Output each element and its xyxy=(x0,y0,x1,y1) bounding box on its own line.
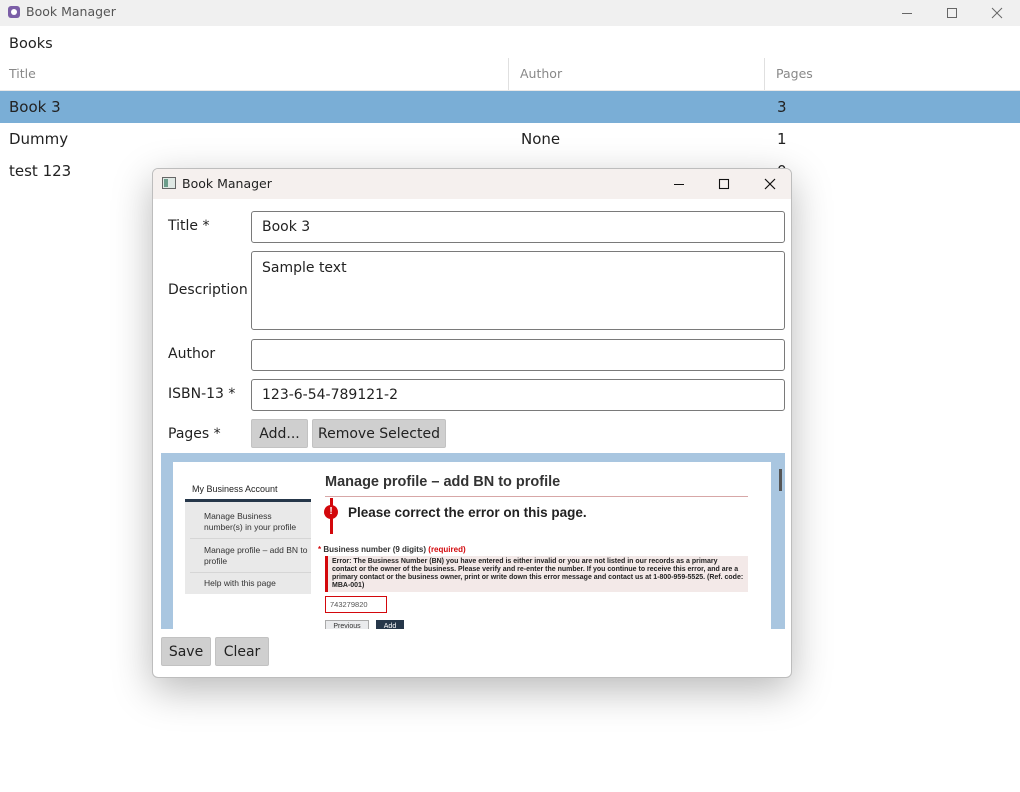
description-label: Description xyxy=(168,282,248,298)
maximize-icon xyxy=(718,178,730,190)
save-button[interactable]: Save xyxy=(161,637,211,666)
dialog-titlebar[interactable]: Book Manager xyxy=(153,169,791,199)
dialog-window-icon xyxy=(162,177,176,189)
preview-sidebar-item: Help with this page xyxy=(204,578,276,588)
close-icon xyxy=(991,7,1003,19)
preview-field-label-text: Business number (9 digits) xyxy=(323,545,427,554)
column-divider[interactable] xyxy=(508,58,509,90)
cell-pages: 1 xyxy=(777,130,787,148)
column-header-title[interactable]: Title xyxy=(0,60,508,90)
isbn-input[interactable] xyxy=(251,379,785,411)
table-row[interactable]: Book 3 3 xyxy=(0,91,1020,123)
maximize-button[interactable] xyxy=(929,0,975,26)
preview-sidebar-title: My Business Account xyxy=(185,476,311,502)
preview-heading: Manage profile – add BN to profile xyxy=(325,474,748,497)
column-divider[interactable] xyxy=(764,58,765,90)
dialog-title: Book Manager xyxy=(182,176,272,191)
book-edit-dialog: Book Manager Title * Description Sample … xyxy=(152,168,792,678)
column-header-author[interactable]: Author xyxy=(511,60,764,90)
pages-list[interactable]: My Business Account Manage Business numb… xyxy=(161,453,785,629)
preview-error-title: Please correct the error on this page. xyxy=(348,505,587,520)
dialog-close-button[interactable] xyxy=(747,169,791,199)
preview-error-message: Error: The Business Number (BN) you have… xyxy=(325,556,748,592)
cell-title: test 123 xyxy=(9,162,72,180)
error-icon: ! xyxy=(324,505,338,519)
dialog-minimize-button[interactable] xyxy=(656,169,702,199)
cell-pages: 3 xyxy=(777,98,787,116)
author-input[interactable] xyxy=(251,339,785,371)
cell-title: Dummy xyxy=(9,130,69,148)
preview-input: 743279820 xyxy=(325,596,387,613)
minimize-button[interactable] xyxy=(884,0,930,26)
dialog-maximize-button[interactable] xyxy=(701,169,747,199)
cell-title: Book 3 xyxy=(9,98,61,116)
preview-previous-button: Previous xyxy=(325,620,369,629)
title-label: Title * xyxy=(168,218,210,234)
minimize-icon xyxy=(674,183,684,186)
remove-selected-button[interactable]: Remove Selected xyxy=(312,419,446,448)
maximize-icon xyxy=(947,8,957,18)
pages-scrollbar[interactable] xyxy=(779,469,782,491)
preview-required-star: * xyxy=(318,545,322,554)
table-row[interactable]: Dummy None 1 xyxy=(0,123,1020,155)
description-textarea[interactable]: Sample text xyxy=(251,251,785,330)
book-manager-app: Book Manager Books Title Author Pages Bo… xyxy=(0,0,1020,792)
window-titlebar[interactable]: Book Manager xyxy=(0,0,1020,26)
preview-sidebar: My Business Account Manage Business numb… xyxy=(185,476,311,594)
window-title: Book Manager xyxy=(26,4,116,19)
preview-sidebar-item: Manage profile – add BN to profile xyxy=(190,545,311,573)
author-label: Author xyxy=(168,346,216,362)
preview-field-label: * Business number (9 digits) (required) xyxy=(318,545,466,554)
preview-required-text: (required) xyxy=(428,545,466,554)
books-section-label: Books xyxy=(9,36,53,52)
column-header-pages[interactable]: Pages xyxy=(767,60,1020,90)
title-input[interactable] xyxy=(251,211,785,243)
page-thumbnail[interactable]: My Business Account Manage Business numb… xyxy=(173,462,771,629)
cell-author: None xyxy=(521,130,561,148)
close-button[interactable] xyxy=(974,0,1020,26)
preview-add-button: Add xyxy=(376,620,404,629)
pages-label: Pages * xyxy=(168,426,221,442)
close-icon xyxy=(764,178,776,190)
isbn-label: ISBN-13 * xyxy=(168,386,236,402)
preview-sidebar-item: Manage Business number(s) in your profil… xyxy=(190,511,311,539)
add-page-button[interactable]: Add... xyxy=(251,419,308,448)
app-icon xyxy=(8,6,20,18)
minimize-icon xyxy=(902,13,912,14)
clear-button[interactable]: Clear xyxy=(215,637,269,666)
